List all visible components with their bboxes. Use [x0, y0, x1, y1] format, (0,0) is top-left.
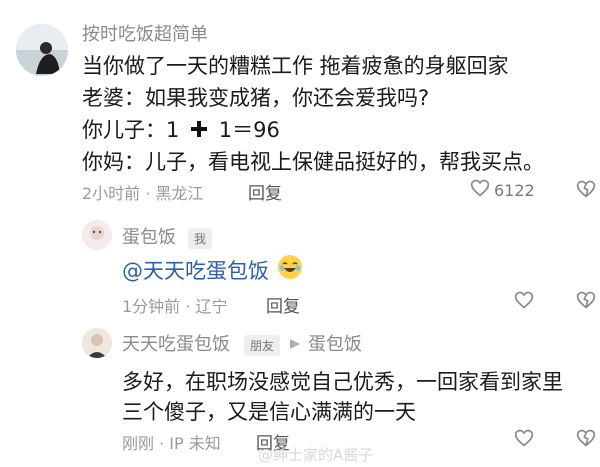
like-count: 6122 [494, 180, 535, 200]
avatar[interactable] [82, 328, 112, 358]
username[interactable]: 按时吃饭超简单 [82, 20, 208, 46]
reply-button[interactable]: 回复 [266, 292, 300, 317]
comment-line-start: 你儿子：1 [82, 118, 180, 142]
mention-link[interactable]: @天天吃蛋包饭 [122, 255, 269, 285]
dislike-icon[interactable] [576, 428, 596, 452]
comment-time-location: 2小时前 · 黑龙江 [82, 184, 204, 203]
watermark: @绅士家的A酱子 [258, 446, 374, 464]
reply-arrow-icon [288, 336, 302, 355]
avatar[interactable] [16, 24, 68, 76]
comment-line: @天天吃蛋包饭 [122, 254, 303, 285]
avatar[interactable] [82, 220, 112, 250]
reply-to-username[interactable]: 蛋包饭 [308, 330, 362, 356]
plus-icon [190, 119, 208, 143]
username[interactable]: 蛋包饭 [122, 223, 176, 249]
comment-time-location: 刚刚 · IP 未知 [122, 434, 221, 453]
like-button[interactable]: 6122 [470, 178, 535, 202]
dislike-icon[interactable] [576, 290, 596, 314]
comment-time-location: 1分钟前 · 辽宁 [122, 297, 228, 316]
heart-icon[interactable] [514, 290, 534, 314]
comment-line: 三个傻子，又是信心满满的一天 [122, 400, 416, 424]
comment-line: 你儿子：1 1＝96 [82, 114, 280, 144]
comment-line: 你妈：儿子，看电视上保健品挺好的，帮我买点。 [82, 150, 544, 174]
laughing-emoji-icon [277, 254, 303, 285]
heart-icon [470, 178, 490, 202]
comment-line-end: 1＝96 [218, 118, 280, 142]
username[interactable]: 天天吃蛋包饭 [122, 330, 230, 356]
comment-line: 老婆：如果我变成猪，你还会爱我吗? [82, 86, 430, 110]
comment-line: 当你做了一天的糟糕工作 拖着疲惫的身躯回家 [82, 54, 509, 78]
self-tag: 我 [188, 228, 213, 249]
dislike-icon[interactable] [576, 179, 596, 203]
comment-line: 多好，在职场没感觉自己优秀，一回家看到家里 [122, 370, 563, 394]
friend-tag: 朋友 [244, 335, 281, 356]
reply-button[interactable]: 回复 [248, 179, 282, 204]
heart-icon[interactable] [514, 428, 534, 452]
